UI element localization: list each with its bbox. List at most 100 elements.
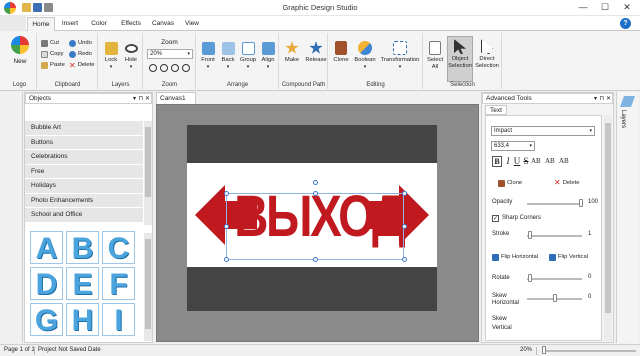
back-button[interactable]: Back ▾: [218, 39, 238, 71]
maximize-button[interactable]: ☐: [594, 1, 616, 14]
paste-button[interactable]: Paste: [41, 61, 65, 69]
tab-effects[interactable]: Effects: [116, 17, 146, 31]
rotate-slider-thumb[interactable]: [528, 274, 532, 282]
help-icon[interactable]: ?: [620, 18, 631, 29]
selection-handle[interactable]: [224, 224, 229, 229]
font-size-dropdown-icon[interactable]: ▾: [529, 142, 532, 151]
letter-tile[interactable]: A: [30, 231, 63, 265]
list-item[interactable]: Photo Enhancements: [25, 193, 143, 208]
panel-close-icon[interactable]: ✕: [145, 94, 150, 104]
delete-button[interactable]: ✕ Delete: [69, 61, 94, 69]
skew-horizontal-slider-thumb[interactable]: [553, 294, 557, 302]
canvas-tab[interactable]: Canvas1: [156, 92, 196, 104]
strike-button[interactable]: S: [522, 156, 530, 167]
lock-button[interactable]: Lock ▾: [101, 39, 121, 71]
letter-tile[interactable]: G: [30, 303, 63, 337]
panel-dropdown-icon[interactable]: ▾: [594, 94, 597, 104]
close-window-button[interactable]: ✕: [616, 1, 638, 14]
letter-tile[interactable]: C: [102, 231, 135, 265]
preview-scroll-thumb[interactable]: [145, 239, 151, 329]
opacity-slider-thumb[interactable]: [579, 199, 583, 207]
panel-pin-icon[interactable]: ⊓: [138, 94, 143, 104]
font-dropdown-icon[interactable]: ▾: [589, 127, 592, 136]
stroke-slider[interactable]: [527, 235, 582, 237]
advanced-tools-scrollbar[interactable]: [604, 115, 612, 341]
sharp-corners-checkbox[interactable]: ✓: [492, 215, 499, 222]
zoom-dropdown-icon[interactable]: ▾: [187, 50, 190, 59]
advanced-tools-scroll-thumb[interactable]: [605, 123, 611, 313]
status-zoom-thumb[interactable]: [542, 346, 546, 354]
flip-vertical-button[interactable]: Flip Vertical: [549, 253, 588, 261]
clone-button[interactable]: Clone: [330, 39, 352, 64]
preview-scrollbar[interactable]: [144, 233, 152, 341]
letter-tile[interactable]: F: [102, 267, 135, 301]
category-scroll-thumb[interactable]: [145, 127, 151, 197]
letter-tile[interactable]: I: [102, 303, 135, 337]
zoom-select[interactable]: 20% ▾: [147, 49, 193, 59]
shadow-text-button[interactable]: AB: [545, 156, 559, 167]
transformation-button[interactable]: Transformation ▾: [378, 39, 422, 71]
tab-text[interactable]: Text: [485, 105, 507, 115]
zoom-actual-icon[interactable]: [182, 64, 190, 72]
selection-handle[interactable]: [313, 257, 318, 262]
letter-tile[interactable]: E: [66, 267, 99, 301]
zoom-fit-icon[interactable]: [171, 64, 179, 72]
minimize-button[interactable]: —: [572, 1, 594, 14]
tab-color[interactable]: Color: [86, 17, 112, 31]
stroke-slider-thumb[interactable]: [528, 231, 532, 239]
zoom-out-icon[interactable]: [160, 64, 168, 72]
cut-button[interactable]: Cut: [41, 39, 59, 47]
app-menu-button[interactable]: [0, 16, 26, 31]
hide-button[interactable]: Hide ▾: [121, 39, 141, 71]
front-button[interactable]: Front ▾: [198, 39, 218, 71]
selection-handle[interactable]: [402, 257, 407, 262]
adv-clone-button[interactable]: Clone: [498, 179, 522, 187]
align-button[interactable]: Align ▾: [258, 39, 278, 71]
tab-insert[interactable]: Insert: [57, 17, 83, 31]
selection-handle[interactable]: [402, 224, 407, 229]
font-size-select[interactable]: 633,4 ▾: [491, 141, 535, 151]
make-button[interactable]: Make: [281, 39, 303, 64]
selection-handle[interactable]: [402, 191, 407, 196]
redo-button[interactable]: Redo: [69, 50, 92, 58]
outline-text-button[interactable]: AB: [531, 156, 545, 167]
emboss-text-button[interactable]: AB: [559, 156, 573, 167]
letter-tile[interactable]: D: [30, 267, 63, 301]
list-item[interactable]: Free: [25, 164, 143, 179]
panel-pin-icon[interactable]: ⊓: [599, 94, 604, 104]
selection-handle[interactable]: [313, 191, 318, 196]
selection-handle[interactable]: [224, 257, 229, 262]
list-item[interactable]: Buttons: [25, 135, 143, 150]
undo-button[interactable]: Undo: [69, 39, 92, 47]
rotate-slider[interactable]: [527, 278, 582, 280]
copy-button[interactable]: Copy: [41, 50, 64, 58]
adv-delete-button[interactable]: ✕ Delete: [554, 179, 579, 187]
boolean-button[interactable]: Boolean ▾: [352, 39, 378, 71]
category-scrollbar[interactable]: [144, 121, 152, 225]
list-item[interactable]: Celebrations: [25, 150, 143, 165]
tab-view[interactable]: View: [180, 17, 204, 31]
object-selection-button[interactable]: Object Selection: [447, 36, 473, 82]
release-button[interactable]: Release: [304, 39, 328, 64]
letter-tile[interactable]: B: [66, 231, 99, 265]
rotate-handle[interactable]: [313, 180, 318, 185]
list-item[interactable]: Bubble Art: [25, 121, 143, 136]
layers-side-tab[interactable]: Layers: [616, 92, 638, 343]
letter-tile[interactable]: H: [66, 303, 99, 337]
italic-button[interactable]: I: [504, 156, 512, 167]
panel-dropdown-icon[interactable]: ▾: [133, 94, 136, 104]
panel-close-icon[interactable]: ✕: [606, 94, 611, 104]
new-logo-button[interactable]: New: [6, 36, 34, 65]
list-item[interactable]: School and Office: [25, 208, 143, 223]
opacity-slider[interactable]: [527, 203, 582, 205]
group-button[interactable]: Group ▾: [238, 39, 258, 71]
selection-handle[interactable]: [224, 191, 229, 196]
canvas-area[interactable]: ВЫХОД: [156, 104, 479, 342]
status-zoom-slider[interactable]: [542, 350, 636, 352]
font-select[interactable]: Impact ▾: [491, 126, 595, 136]
select-all-button[interactable]: Select All: [425, 39, 445, 71]
tab-canvas[interactable]: Canvas: [148, 17, 178, 31]
zoom-in-icon[interactable]: [149, 64, 157, 72]
direct-selection-button[interactable]: Direct Selection: [474, 39, 500, 70]
bold-button[interactable]: B: [492, 156, 502, 167]
